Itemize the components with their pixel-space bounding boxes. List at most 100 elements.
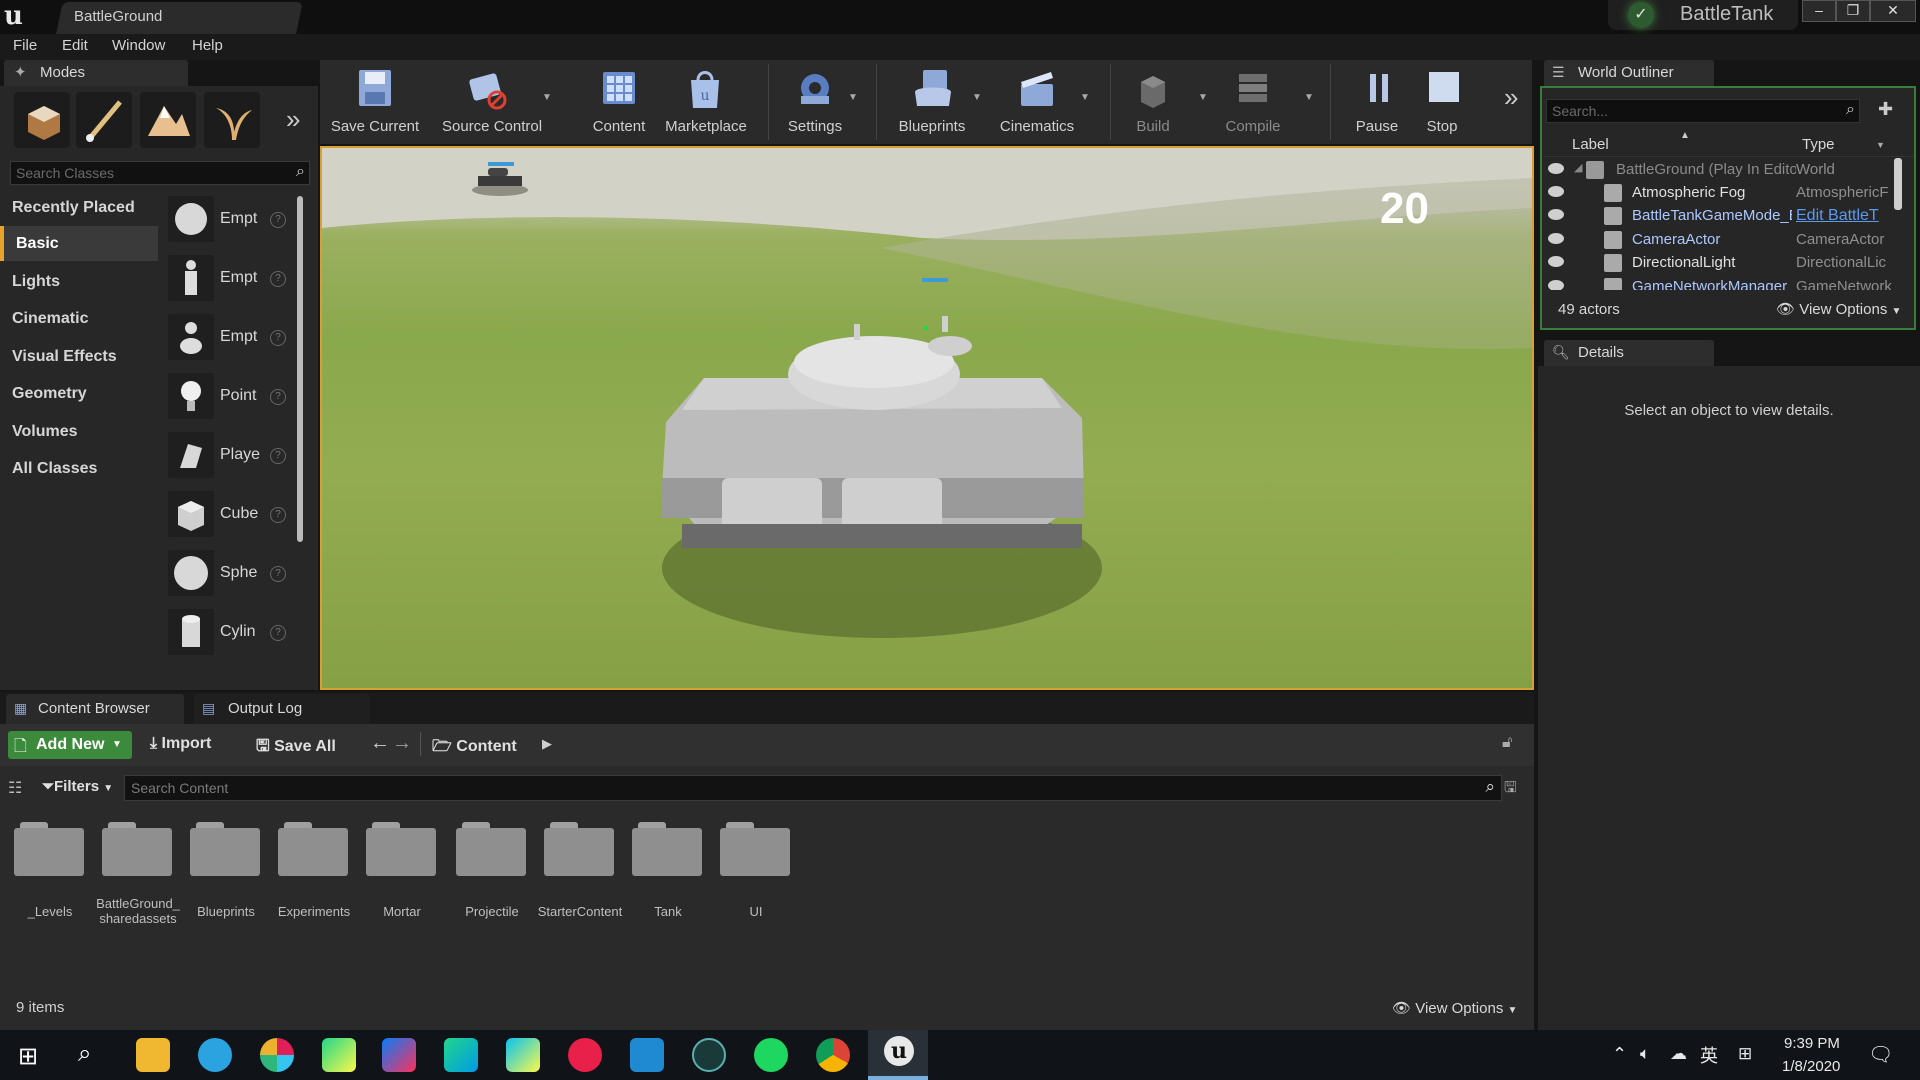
class-item[interactable]: Cylin ?: [164, 605, 292, 661]
help-icon[interactable]: ?: [270, 566, 286, 582]
edit-blueprint-link[interactable]: Edit BattleT: [1796, 207, 1892, 225]
path-content-breadcrumb[interactable]: 🗁︎ Content: [432, 735, 517, 762]
content-view-options-button[interactable]: 👁︎ View Options ▼: [1392, 999, 1517, 1017]
help-icon[interactable]: ?: [270, 212, 286, 228]
outliner-row[interactable]: ◢ BattleGround (Play In Editor) World: [1544, 159, 1892, 182]
outliner-row[interactable]: CameraActor CameraActor: [1544, 229, 1892, 252]
show-hidden-icons-icon[interactable]: ⌃: [1612, 1044, 1627, 1065]
menu-file[interactable]: File: [13, 37, 37, 54]
slack-icon[interactable]: [260, 1038, 294, 1072]
class-item[interactable]: Empt ?: [164, 192, 292, 248]
spotify-icon[interactable]: [754, 1038, 788, 1072]
place-mode-icon[interactable]: [14, 92, 70, 148]
visibility-eye-icon[interactable]: [1548, 280, 1564, 290]
category-basic[interactable]: Basic: [0, 226, 158, 261]
ime-language-indicator[interactable]: 英: [1700, 1042, 1718, 1068]
source-control-dropdown-icon[interactable]: ▼: [542, 92, 552, 103]
minimize-button[interactable]: –: [1802, 0, 1836, 22]
details-tab[interactable]: 🔍︎ Details: [1544, 340, 1714, 366]
level-viewport[interactable]: 20: [320, 146, 1534, 690]
category-visual-effects[interactable]: Visual Effects: [0, 339, 158, 374]
pycharm-icon[interactable]: [322, 1038, 356, 1072]
vscode-icon[interactable]: [630, 1038, 664, 1072]
category-recently-placed[interactable]: Recently Placed: [0, 190, 158, 225]
forward-arrow-icon[interactable]: →: [392, 732, 412, 755]
visibility-eye-icon[interactable]: [1548, 209, 1564, 220]
gitkraken-icon[interactable]: [692, 1038, 726, 1072]
class-item[interactable]: Sphe ?: [164, 546, 292, 602]
category-all-classes[interactable]: All Classes: [0, 451, 158, 486]
path-chevron-icon[interactable]: ▶: [542, 736, 552, 752]
help-icon[interactable]: ?: [270, 330, 286, 346]
more-tools-chevron-icon[interactable]: »: [1504, 82, 1518, 113]
lock-icon[interactable]: 🔓︎: [1502, 734, 1512, 752]
clock-date[interactable]: 1/8/2020: [1782, 1058, 1840, 1075]
settings-button[interactable]: Settings: [770, 64, 860, 144]
save-current-button[interactable]: Save Current: [330, 64, 420, 144]
visibility-eye-icon[interactable]: [1548, 163, 1564, 174]
category-geometry[interactable]: Geometry: [0, 376, 158, 411]
outliner-view-options-button[interactable]: 👁︎ View Options ▼: [1776, 300, 1901, 318]
maximize-button[interactable]: ❐: [1836, 0, 1870, 22]
menu-help[interactable]: Help: [192, 37, 223, 54]
world-outliner-tab[interactable]: ☰ World Outliner: [1544, 60, 1714, 86]
intellij-icon[interactable]: [382, 1038, 416, 1072]
output-log-tab[interactable]: ▤ Output Log: [194, 694, 370, 724]
help-icon[interactable]: ?: [270, 448, 286, 464]
volume-icon[interactable]: 🔈︎: [1640, 1044, 1650, 1064]
foliage-mode-icon[interactable]: [204, 92, 260, 148]
action-center-icon[interactable]: 🗨︎: [1868, 1042, 1893, 1067]
search-classes-input[interactable]: Search Classes ⌕: [10, 161, 310, 185]
import-button[interactable]: ⤓ Import: [150, 735, 211, 753]
class-item[interactable]: Empt ?: [164, 251, 292, 307]
menu-window[interactable]: Window: [112, 37, 165, 54]
outliner-row[interactable]: Atmospheric Fog AtmosphericF: [1544, 182, 1892, 205]
onedrive-cloud-icon[interactable]: ☁: [1670, 1044, 1687, 1064]
more-modes-chevron-icon[interactable]: »: [286, 104, 300, 135]
category-lights[interactable]: Lights: [0, 264, 158, 299]
class-item[interactable]: Cube ?: [164, 487, 292, 543]
type-column-header[interactable]: Type: [1802, 136, 1835, 153]
compile-dropdown-icon[interactable]: ▼: [1304, 92, 1314, 103]
clion-icon[interactable]: [444, 1038, 478, 1072]
save-search-icon[interactable]: 🖫︎: [1504, 777, 1517, 802]
source-control-button[interactable]: Source Control: [442, 64, 542, 144]
outliner-row[interactable]: GameNetworkManager GameNetwork: [1544, 276, 1892, 290]
class-item[interactable]: Playe ?: [164, 428, 292, 484]
add-new-button[interactable]: 🗋︎ Add New ▼: [8, 731, 132, 759]
blueprints-dropdown-icon[interactable]: ▼: [972, 92, 982, 103]
chrome-icon[interactable]: [816, 1038, 850, 1072]
back-arrow-icon[interactable]: ←: [370, 732, 390, 755]
settings-dropdown-icon[interactable]: ▼: [848, 92, 858, 103]
help-icon[interactable]: ?: [270, 625, 286, 641]
cinematics-dropdown-icon[interactable]: ▼: [1080, 92, 1090, 103]
outliner-row[interactable]: BattleTankGameMode_E Edit BattleT: [1544, 205, 1892, 228]
search-content-input[interactable]: Search Content ⌕: [124, 775, 1502, 801]
blueprints-button[interactable]: Blueprints: [888, 64, 976, 144]
filters-button[interactable]: ⏷Filters ▼: [42, 778, 113, 795]
level-tab-label[interactable]: BattleGround: [74, 8, 162, 25]
category-cinematic[interactable]: Cinematic: [0, 301, 158, 336]
help-icon[interactable]: ?: [270, 389, 286, 405]
type-column-dropdown-icon[interactable]: ▼: [1876, 140, 1885, 150]
modes-tab[interactable]: ✦ Modes: [4, 60, 188, 86]
debian-icon[interactable]: [568, 1038, 602, 1072]
content-browser-tab[interactable]: ▦ Content Browser: [6, 694, 184, 724]
visibility-eye-icon[interactable]: [1548, 233, 1564, 244]
clock-time[interactable]: 9:39 PM: [1784, 1035, 1840, 1052]
help-icon[interactable]: ?: [270, 271, 286, 287]
visibility-eye-icon[interactable]: [1548, 186, 1564, 197]
unreal-logo-icon[interactable]: u: [4, 2, 30, 30]
save-all-button[interactable]: 🖫︎ Save All: [256, 735, 336, 762]
marketplace-button[interactable]: u Marketplace: [660, 64, 752, 144]
add-actor-icon[interactable]: ✚: [1878, 99, 1893, 120]
modes-scrollbar[interactable]: [297, 196, 303, 542]
paint-mode-icon[interactable]: [76, 92, 132, 148]
file-explorer-icon[interactable]: [136, 1038, 170, 1072]
webstorm-icon[interactable]: [506, 1038, 540, 1072]
category-volumes[interactable]: Volumes: [0, 414, 158, 449]
label-column-header[interactable]: Label: [1572, 136, 1609, 153]
windows-start-icon[interactable]: ⊞: [18, 1042, 38, 1071]
telegram-icon[interactable]: [198, 1038, 232, 1072]
outliner-search-input[interactable]: Search... ⌕: [1546, 99, 1860, 123]
